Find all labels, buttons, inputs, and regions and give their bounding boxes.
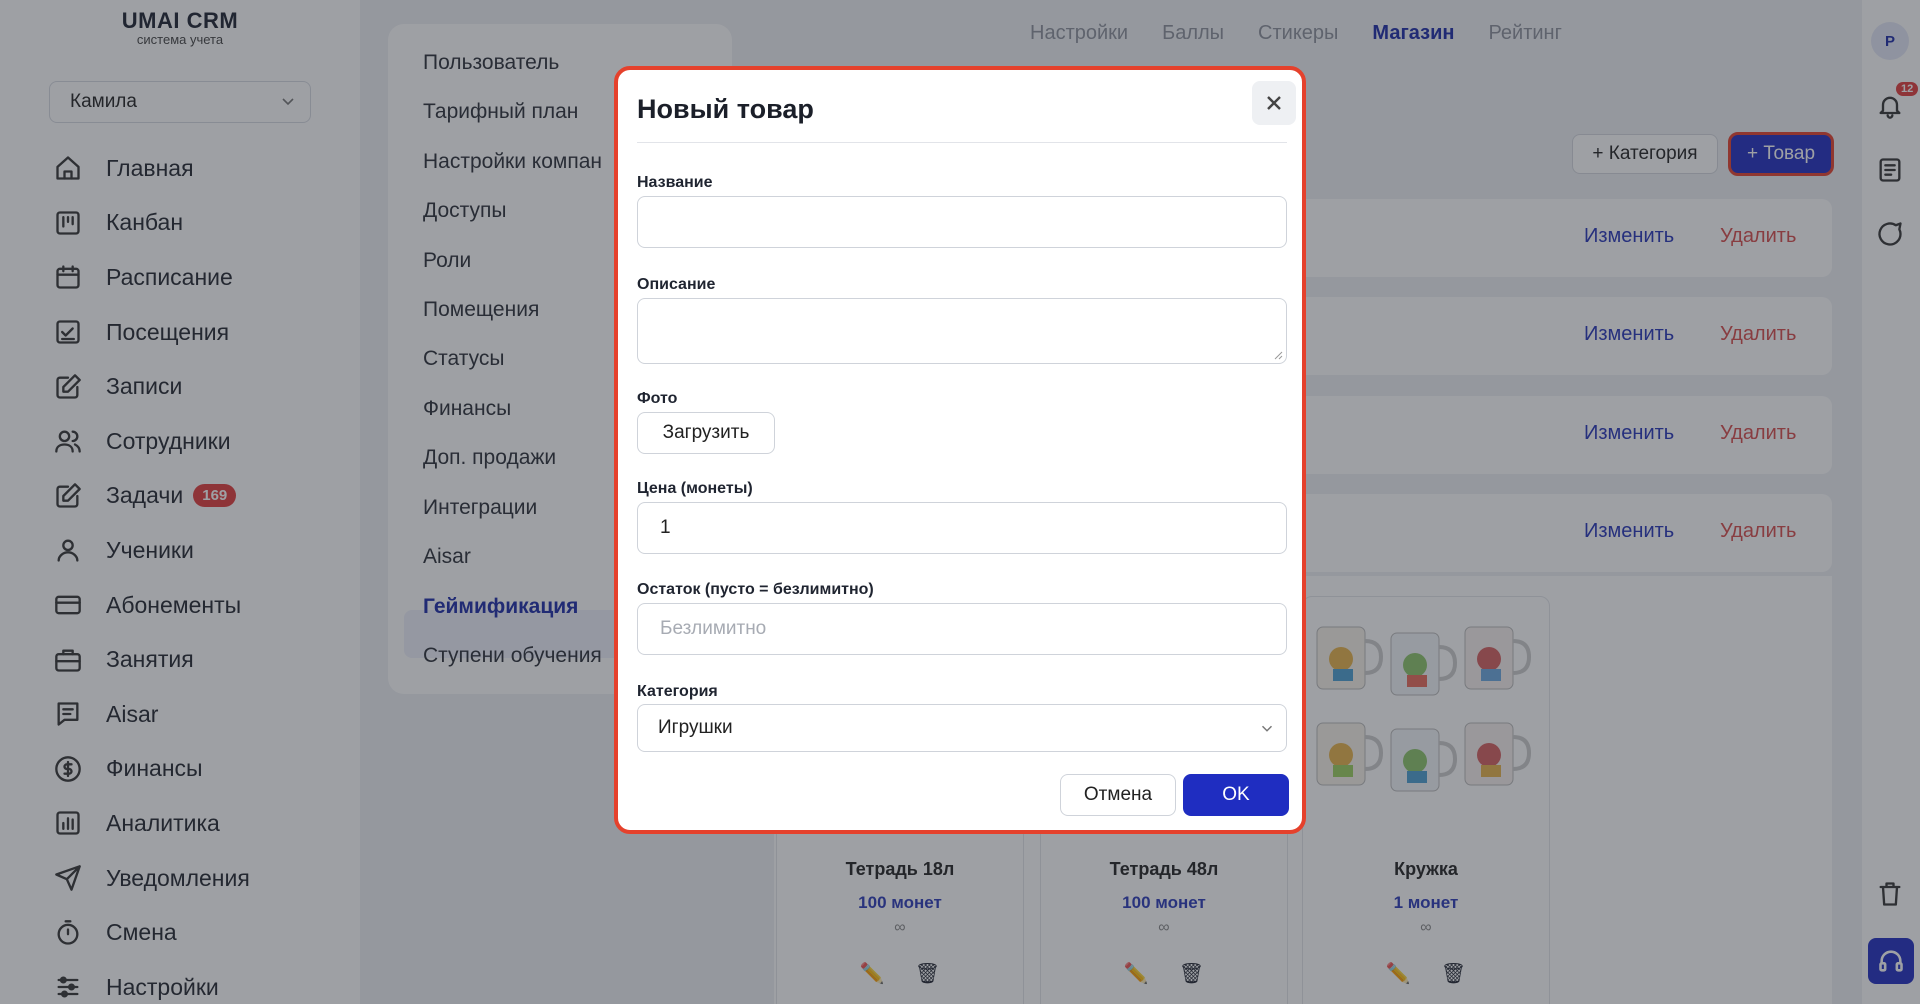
price-field[interactable]: 1 <box>637 502 1287 554</box>
name-label: Название <box>637 174 713 191</box>
ok-button[interactable]: OK <box>1183 774 1289 816</box>
upload-button[interactable]: Загрузить <box>637 412 775 454</box>
description-label: Описание <box>637 276 716 293</box>
stock-field[interactable]: Безлимитно <box>637 603 1287 655</box>
photo-label: Фото <box>637 390 678 407</box>
price-label: Цена (монеты) <box>637 480 753 497</box>
new-product-dialog: Новый товар Название Описание Фото Загру… <box>614 66 1306 834</box>
close-button[interactable] <box>1252 81 1296 125</box>
dialog-divider <box>637 142 1287 143</box>
resize-handle-icon[interactable] <box>1273 350 1283 360</box>
name-field[interactable] <box>637 196 1287 248</box>
close-icon <box>1267 96 1281 110</box>
chevron-down-icon <box>1261 725 1273 732</box>
category-select[interactable]: Игрушки <box>637 704 1287 752</box>
dialog-title: Новый товар <box>637 94 814 124</box>
description-field[interactable] <box>637 298 1287 364</box>
category-select-value: Игрушки <box>658 717 733 738</box>
stock-label: Остаток (пусто = безлимитно) <box>637 581 874 598</box>
category-label: Категория <box>637 683 718 700</box>
cancel-button[interactable]: Отмена <box>1060 774 1176 816</box>
